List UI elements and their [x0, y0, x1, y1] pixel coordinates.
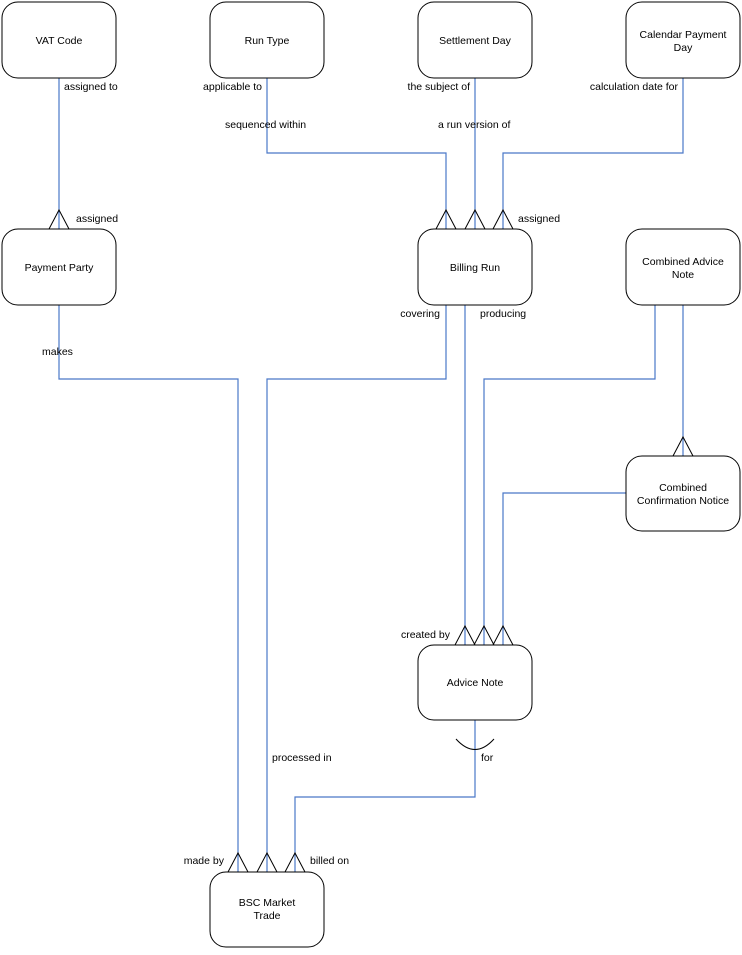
entity-calendar-payment-day[interactable]: Calendar Payment Day [625, 1, 741, 79]
line-calendar-billing-run [502, 78, 684, 229]
line-runtype-billing-run [266, 78, 447, 229]
label-billed-on: billed on [310, 855, 349, 867]
line-payment-party-trade [58, 305, 239, 872]
svg-text:Combined: Combined [659, 482, 707, 494]
svg-text:Settlement Day: Settlement Day [439, 35, 512, 47]
entity-combined-confirmation-notice[interactable]: Combined Confirmation Notice [625, 455, 741, 532]
label-for: for [481, 752, 494, 764]
label-made-by: made by [184, 855, 225, 867]
er-diagram: VAT Code Run Type Settlement Day Calenda… [1, 1, 741, 948]
label-a-run-version-of: a run version of [438, 119, 510, 131]
label-processed-in: processed in [272, 752, 332, 764]
label-the-subject-of: the subject of [408, 81, 471, 93]
svg-text:Trade: Trade [253, 910, 280, 922]
svg-text:Billing Run: Billing Run [450, 262, 500, 274]
svg-text:Payment Party: Payment Party [25, 262, 95, 274]
svg-text:Day: Day [674, 42, 693, 54]
label-sequenced-within: sequenced within [225, 119, 306, 131]
line-advice-note-trade [294, 720, 476, 872]
label-created-by: created by [401, 629, 451, 641]
entity-bsc-market-trade[interactable]: BSC Market Trade [209, 871, 325, 948]
svg-text:Calendar Payment: Calendar Payment [640, 29, 727, 41]
entity-run-type[interactable]: Run Type [209, 1, 325, 79]
label-covering: covering [400, 308, 440, 320]
label-producing: producing [480, 308, 526, 320]
svg-text:Note: Note [672, 269, 694, 281]
svg-text:Confirmation Notice: Confirmation Notice [637, 495, 729, 507]
entity-advice-note[interactable]: Advice Note [417, 644, 533, 721]
line-billing-run-trade [266, 305, 447, 872]
svg-text:Run Type: Run Type [245, 35, 290, 47]
entity-billing-run[interactable]: Billing Run [417, 228, 533, 306]
label-makes: makes [42, 346, 73, 358]
entity-combined-advice-note[interactable]: Combined Advice Note [625, 228, 741, 306]
entity-vat-code[interactable]: VAT Code [1, 1, 117, 79]
label-assigned-pp: assigned [76, 213, 118, 225]
svg-text:Advice Note: Advice Note [447, 677, 504, 689]
svg-text:BSC Market: BSC Market [239, 897, 296, 909]
label-assigned-br: assigned [518, 213, 560, 225]
svg-text:Combined Advice: Combined Advice [642, 256, 724, 268]
entity-settlement-day[interactable]: Settlement Day [417, 1, 533, 79]
label-assigned-to: assigned to [64, 81, 118, 93]
line-ccn-advice-note [502, 492, 626, 645]
svg-text:VAT Code: VAT Code [36, 35, 83, 47]
label-calculation-date-for: calculation date for [590, 81, 679, 93]
entity-payment-party[interactable]: Payment Party [1, 228, 117, 306]
label-applicable-to: applicable to [203, 81, 262, 93]
